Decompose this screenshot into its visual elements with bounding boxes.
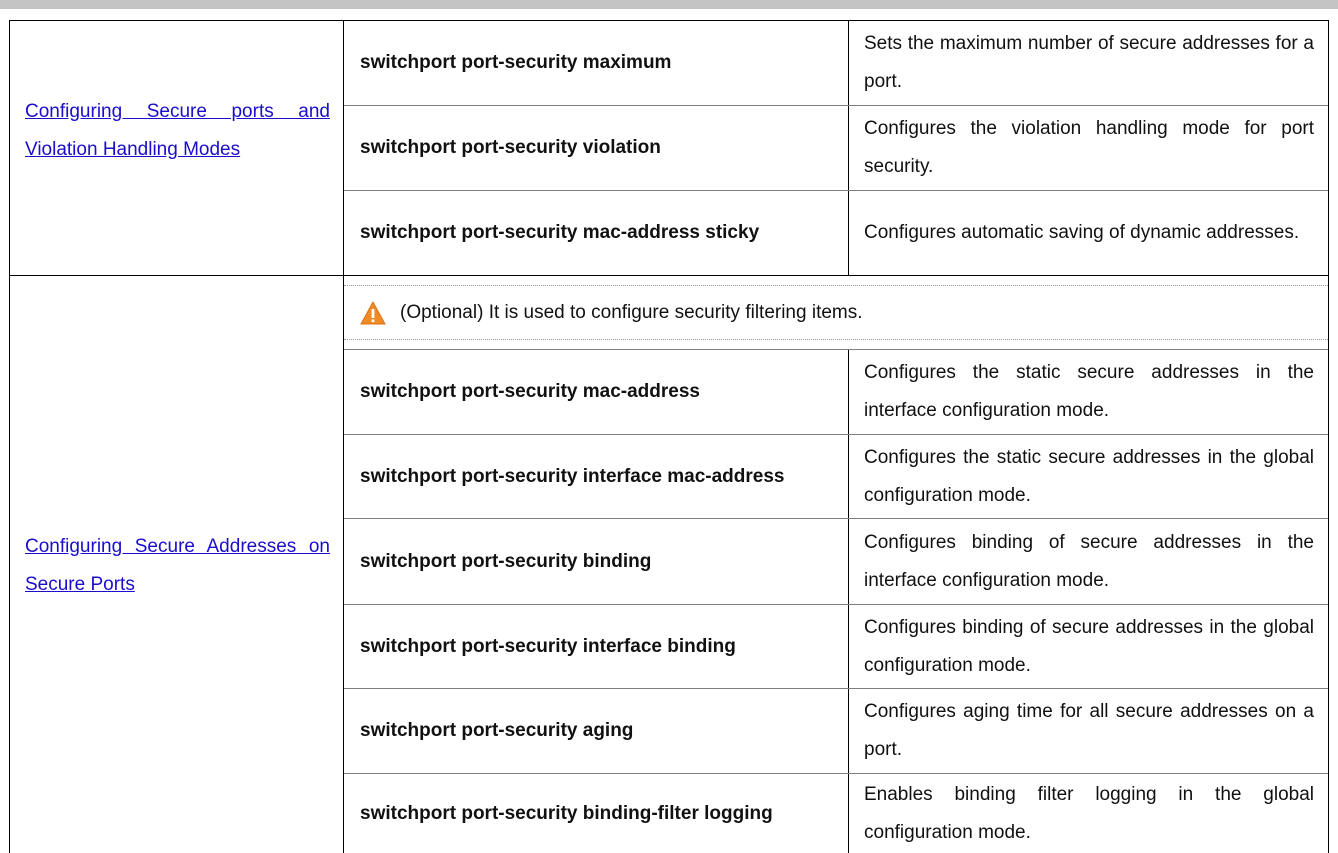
- command-cell: switchport port-security interface mac-a…: [360, 435, 834, 519]
- command-cell: switchport port-security binding-filter …: [360, 774, 834, 853]
- command-text: switchport port-security mac-address sti…: [360, 222, 760, 243]
- description-cell: Configures aging time for all secure add…: [864, 689, 1314, 773]
- section-link-secure-addresses[interactable]: Configuring Secure Addresses on Secure P…: [25, 528, 330, 604]
- command-cell: switchport port-security interface bindi…: [360, 605, 834, 688]
- description-text: Sets the maximum number of secure addres…: [864, 33, 1314, 92]
- description-cell: Sets the maximum number of secure addres…: [864, 21, 1314, 105]
- table-column-divider: [343, 20, 344, 853]
- command-text: switchport port-security interface mac-a…: [360, 466, 785, 487]
- description-cell: Enables binding filter logging in the gl…: [864, 774, 1314, 853]
- description-cell: Configures the static secure addresses i…: [864, 435, 1314, 519]
- section2-inner-divider: [848, 349, 849, 853]
- command-text: switchport port-security violation: [360, 137, 661, 158]
- command-text: switchport port-security interface bindi…: [360, 635, 736, 657]
- description-text: Configures the static secure addresses i…: [864, 447, 1314, 506]
- description-cell: Configures binding of secure addresses i…: [864, 519, 1314, 604]
- description-text: Configures the static secure addresses i…: [864, 362, 1314, 421]
- description-text: Configures binding of secure addresses i…: [864, 616, 1314, 676]
- description-cell: Configures binding of secure addresses i…: [864, 605, 1314, 688]
- description-cell: Configures the static secure addresses i…: [864, 350, 1314, 434]
- table-border-right: [1328, 20, 1329, 853]
- description-text: Configures aging time for all secure add…: [864, 701, 1314, 760]
- section-separator: [9, 275, 1329, 276]
- note-text: (Optional) It is used to configure secur…: [400, 302, 863, 323]
- note-top-dotted: [344, 285, 1328, 286]
- command-table: Configuring Secure ports and Violation H…: [0, 0, 1338, 853]
- note-bottom-dotted: [344, 339, 1328, 340]
- command-text: switchport port-security maximum: [360, 52, 672, 73]
- optional-note: (Optional) It is used to configure secur…: [360, 287, 1320, 339]
- warning-icon: [360, 301, 386, 325]
- command-cell: switchport port-security mac-address: [360, 350, 834, 434]
- command-cell: switchport port-security binding: [360, 519, 834, 604]
- command-cell: switchport port-security maximum: [360, 21, 834, 105]
- description-text: Configures binding of secure addresses i…: [864, 531, 1314, 591]
- description-text: Enables binding filter logging in the gl…: [864, 783, 1314, 843]
- command-cell: switchport port-security mac-address sti…: [360, 191, 834, 275]
- section1-inner-divider: [848, 20, 849, 275]
- command-cell: switchport port-security aging: [360, 689, 834, 773]
- description-cell: Configures automatic saving of dynamic a…: [864, 191, 1314, 275]
- command-text: switchport port-security aging: [360, 720, 634, 741]
- description-text: Configures automatic saving of dynamic a…: [864, 222, 1300, 243]
- command-text: switchport port-security binding: [360, 550, 652, 572]
- description-cell: Configures the violation handling mode f…: [864, 106, 1314, 190]
- section-link-secure-ports[interactable]: Configuring Secure ports and Violation H…: [25, 93, 330, 169]
- command-text: switchport port-security binding-filter …: [360, 802, 773, 824]
- table-border-left: [9, 20, 10, 853]
- command-text: switchport port-security mac-address: [360, 381, 700, 402]
- description-text: Configures the violation handling mode f…: [864, 118, 1314, 177]
- command-cell: switchport port-security violation: [360, 106, 834, 190]
